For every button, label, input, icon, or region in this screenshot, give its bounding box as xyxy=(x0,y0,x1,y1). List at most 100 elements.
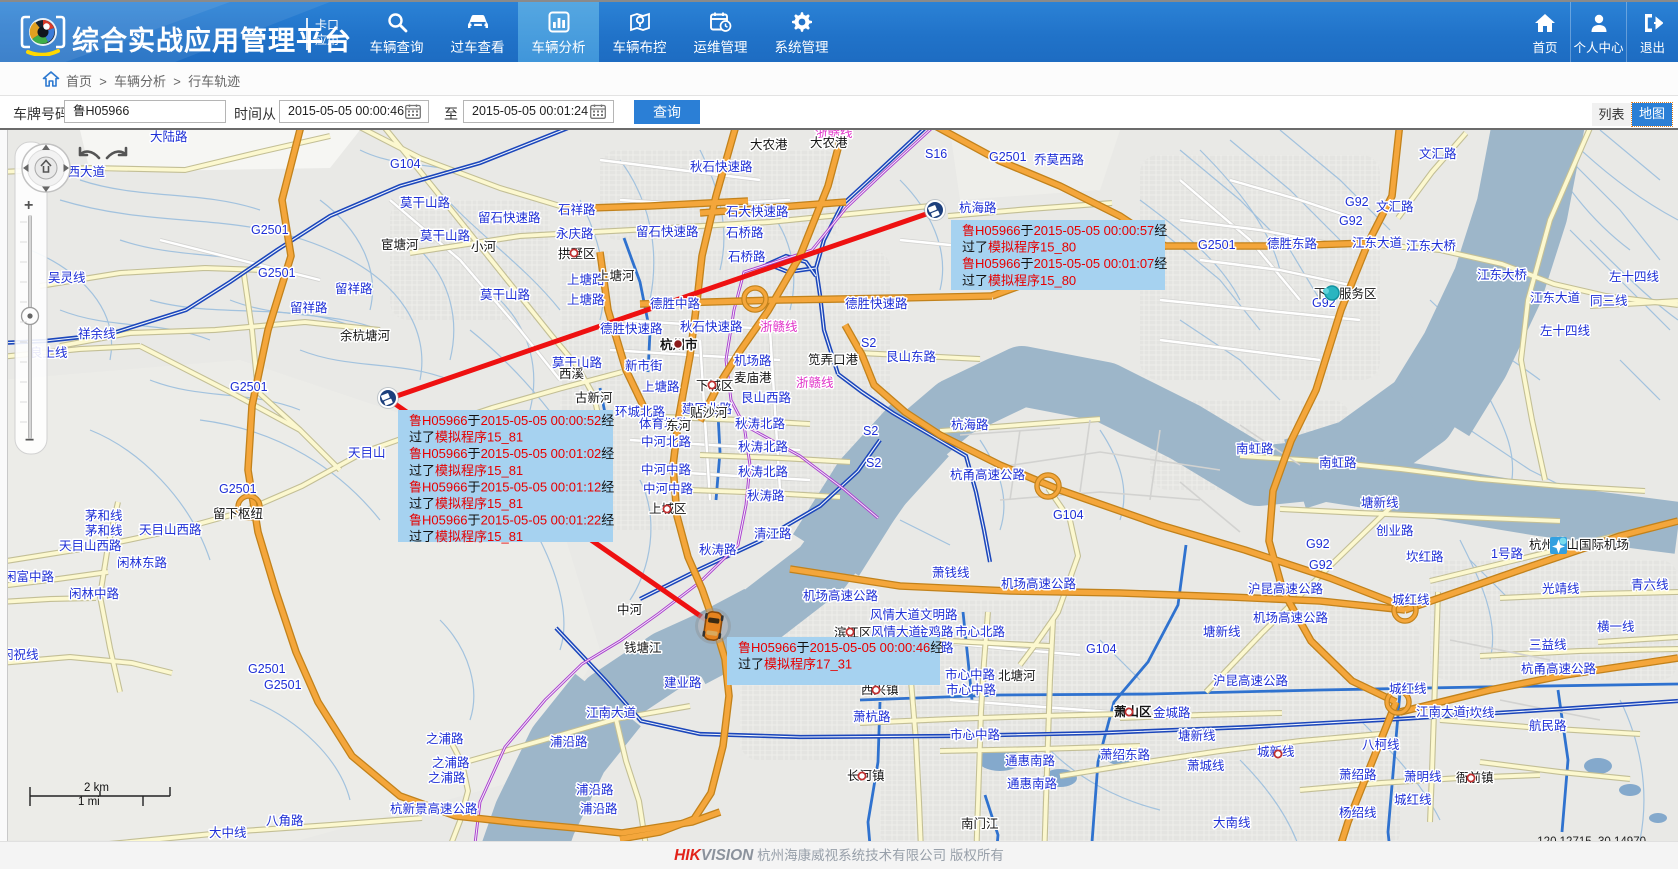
svg-text:德胜快速路: 德胜快速路 xyxy=(600,321,663,336)
svg-text:莫干山路: 莫干山路 xyxy=(400,195,451,210)
svg-text:莫干山路: 莫干山路 xyxy=(480,287,531,302)
svg-text:沪昆高速公路: 沪昆高速公路 xyxy=(1213,673,1289,688)
svg-text:闲林东路: 闲林东路 xyxy=(117,555,168,570)
svg-text:浙赣线: 浙赣线 xyxy=(760,319,798,334)
svg-text:鲁H05966于2015-05-05 00:01:22经: 鲁H05966于2015-05-05 00:01:22经 xyxy=(409,513,614,528)
svg-text:留下枢纽: 留下枢纽 xyxy=(213,507,263,521)
svg-text:小河: 小河 xyxy=(471,240,497,254)
svg-text:市心中路: 市心中路 xyxy=(950,727,1001,742)
svg-text:中河中路: 中河中路 xyxy=(643,481,694,496)
svg-text:上塘河: 上塘河 xyxy=(597,268,635,283)
svg-text:清江路: 清江路 xyxy=(754,526,792,541)
svg-text:留石快速路: 留石快速路 xyxy=(636,224,699,239)
svg-text:G92: G92 xyxy=(1345,195,1369,209)
svg-text:古新河: 古新河 xyxy=(575,390,613,405)
svg-text:大农港: 大农港 xyxy=(750,138,788,152)
svg-text:金鸡路: 金鸡路 xyxy=(916,624,954,639)
svg-text:大南线: 大南线 xyxy=(1213,815,1251,830)
svg-text:城红线: 城红线 xyxy=(1392,592,1430,607)
svg-text:浦沿路: 浦沿路 xyxy=(580,801,618,816)
svg-text:艮山东路: 艮山东路 xyxy=(886,349,937,364)
svg-text:乔莫西路: 乔莫西路 xyxy=(1034,152,1085,167)
svg-text:坎红路: 坎红路 xyxy=(1406,549,1444,564)
svg-text:留祥路: 留祥路 xyxy=(335,281,373,296)
svg-text:文汇路: 文汇路 xyxy=(1376,199,1414,214)
svg-text:南虹路: 南虹路 xyxy=(1236,441,1274,456)
svg-text:同三线: 同三线 xyxy=(1590,294,1628,308)
svg-text:秋涛北路: 秋涛北路 xyxy=(738,464,789,479)
svg-text:沪昆高速公路: 沪昆高速公路 xyxy=(1248,581,1324,596)
svg-text:闲林中路: 闲林中路 xyxy=(69,586,120,601)
svg-text:萧城线: 萧城线 xyxy=(1187,759,1225,773)
svg-text:G2501: G2501 xyxy=(230,380,268,394)
svg-text:中河北路: 中河北路 xyxy=(641,434,692,449)
svg-text:八角路: 八角路 xyxy=(266,813,304,828)
svg-text:G92: G92 xyxy=(1309,558,1333,572)
svg-text:G2501: G2501 xyxy=(258,266,296,280)
svg-text:贴沙河: 贴沙河 xyxy=(690,406,728,420)
svg-text:萧绍东路: 萧绍东路 xyxy=(1100,747,1151,762)
svg-text:杨绍线: 杨绍线 xyxy=(1339,805,1377,820)
svg-text:市心中路: 市心中路 xyxy=(945,667,996,682)
svg-text:S2: S2 xyxy=(863,424,878,438)
svg-text:之浦路: 之浦路 xyxy=(426,731,464,746)
svg-text:天目山: 天目山 xyxy=(348,446,386,460)
svg-text:南虹路: 南虹路 xyxy=(1319,455,1357,470)
svg-text:江东大桥: 江东大桥 xyxy=(1406,239,1457,253)
svg-text:茅和线: 茅和线 xyxy=(85,509,123,523)
svg-text:永庆路: 永庆路 xyxy=(556,226,594,241)
svg-text:上塘路: 上塘路 xyxy=(642,379,680,394)
svg-text:G2501: G2501 xyxy=(264,678,302,692)
svg-text:德胜东路: 德胜东路 xyxy=(1267,236,1318,251)
svg-text:杭海路: 杭海路 xyxy=(951,417,989,432)
svg-text:浦沿路: 浦沿路 xyxy=(576,782,614,797)
svg-text:江南大道: 江南大道 xyxy=(586,705,637,720)
svg-text:秋涛北路: 秋涛北路 xyxy=(738,439,789,454)
svg-text:金城路: 金城路 xyxy=(1153,705,1191,720)
svg-text:过了模拟程序15_81: 过了模拟程序15_81 xyxy=(409,496,523,511)
svg-text:S2: S2 xyxy=(861,336,876,350)
svg-text:航民路: 航民路 xyxy=(1529,718,1567,733)
svg-text:八柯线: 八柯线 xyxy=(1362,738,1400,752)
svg-text:过了模拟程序15_80: 过了模拟程序15_80 xyxy=(962,273,1076,288)
svg-text:留祥路: 留祥路 xyxy=(290,300,328,315)
svg-text:G2501: G2501 xyxy=(219,482,257,496)
svg-text:市心中路: 市心中路 xyxy=(946,682,997,697)
svg-text:通惠南路: 通惠南路 xyxy=(1005,753,1056,768)
svg-text:鲁H05966于2015-05-05 00:00:46经: 鲁H05966于2015-05-05 00:00:46经 xyxy=(738,640,943,655)
svg-text:石祥路: 石祥路 xyxy=(558,202,596,217)
svg-text:塘新线: 塘新线 xyxy=(1203,624,1241,639)
svg-text:鲁H05966于2015-05-05 00:00:57经: 鲁H05966于2015-05-05 00:00:57经 xyxy=(962,223,1167,238)
svg-text:过了模拟程序15_81: 过了模拟程序15_81 xyxy=(409,430,523,445)
svg-text:浦沿路: 浦沿路 xyxy=(550,734,588,749)
svg-text:鲁H05966于2015-05-05 00:01:02经: 鲁H05966于2015-05-05 00:01:02经 xyxy=(409,446,614,461)
svg-text:天目山西路: 天目山西路 xyxy=(59,538,122,553)
svg-text:机场路: 机场路 xyxy=(734,353,772,368)
svg-text:秋涛北路: 秋涛北路 xyxy=(735,416,786,431)
svg-text:1号路: 1号路 xyxy=(1491,546,1523,561)
svg-text:G2501: G2501 xyxy=(1198,238,1236,252)
svg-text:上塘路: 上塘路 xyxy=(567,292,605,307)
svg-text:祥余线: 祥余线 xyxy=(78,326,116,341)
svg-text:北塘河: 北塘河 xyxy=(998,668,1036,683)
svg-text:大陆路: 大陆路 xyxy=(150,130,188,144)
svg-text:横一线: 横一线 xyxy=(1597,620,1635,634)
svg-text:之浦路: 之浦路 xyxy=(428,770,466,785)
svg-text:G92: G92 xyxy=(1306,537,1330,551)
svg-text:闲富中路: 闲富中路 xyxy=(4,569,55,584)
svg-text:建业路: 建业路 xyxy=(664,675,702,690)
svg-text:鲁H05966于2015-05-05 00:01:12经: 鲁H05966于2015-05-05 00:01:12经 xyxy=(409,479,614,494)
svg-text:鲁H05966于2015-05-05 00:01:07经: 鲁H05966于2015-05-05 00:01:07经 xyxy=(962,256,1167,271)
svg-text:下沙服务区: 下沙服务区 xyxy=(1314,286,1377,301)
svg-text:青六线: 青六线 xyxy=(1631,578,1669,592)
svg-text:新市街: 新市街 xyxy=(625,358,663,373)
svg-text:机场高速公路: 机场高速公路 xyxy=(1001,576,1077,591)
svg-text:+: + xyxy=(24,197,33,214)
svg-text:过了模拟程序15_81: 过了模拟程序15_81 xyxy=(409,529,523,544)
svg-text:之浦路: 之浦路 xyxy=(432,755,470,770)
svg-text:光靖线: 光靖线 xyxy=(1542,582,1580,596)
svg-text:文明路: 文明路 xyxy=(920,607,958,622)
svg-text:南门江: 南门江 xyxy=(961,816,999,831)
svg-text:萧钱线: 萧钱线 xyxy=(932,565,970,580)
svg-text:天目山西路: 天目山西路 xyxy=(139,522,202,537)
